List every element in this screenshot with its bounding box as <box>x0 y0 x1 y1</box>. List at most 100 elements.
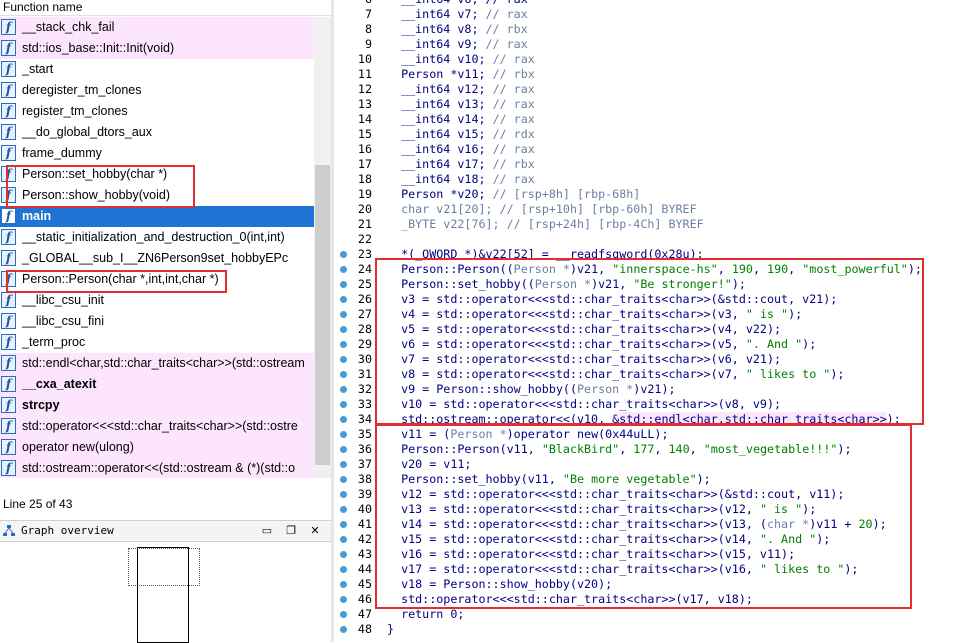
function-list-item[interactable]: f _start <box>0 59 314 80</box>
code-line[interactable]: 10 __int64 v10; // rax <box>334 52 968 67</box>
function-list-item[interactable]: f __cxa_atexit <box>0 374 314 395</box>
breakpoint-dot-icon[interactable] <box>340 536 347 543</box>
code-line[interactable]: 27 v4 = std::operator<<<std::char_traits… <box>334 307 968 322</box>
code-line[interactable]: 8 __int64 v8; // rbx <box>334 22 968 37</box>
breakpoint-dot-icon[interactable] <box>340 551 347 558</box>
function-list-item[interactable]: f __static_initialization_and_destruction… <box>0 227 314 248</box>
code-line[interactable]: 48} <box>334 622 968 637</box>
function-name-column-header[interactable]: Function name <box>0 0 331 16</box>
function-list-item[interactable]: f strcpy <box>0 395 314 416</box>
code-line[interactable]: 36 Person::Person(v11, "BlackBird", 177,… <box>334 442 968 457</box>
function-list[interactable]: f __stack_chk_fail f std::ios_base::Init::I… <box>0 17 314 478</box>
function-list-item[interactable]: f __stack_chk_fail <box>0 17 314 38</box>
breakpoint-dot-icon[interactable] <box>340 461 347 468</box>
graph-overview-viewport[interactable] <box>128 548 200 586</box>
code-line[interactable]: 23 *(_QWORD *)&v22[52] = __readfsqword(0… <box>334 247 968 262</box>
function-list-item[interactable]: f Person::show_hobby(void) <box>0 185 314 206</box>
breakpoint-dot-icon[interactable] <box>340 611 347 618</box>
code-line[interactable]: 14 __int64 v14; // rax <box>334 112 968 127</box>
function-list-item[interactable]: f register_tm_clones <box>0 101 314 122</box>
scrollbar-thumb[interactable] <box>315 165 330 465</box>
function-list-item[interactable]: f __libc_csu_fini <box>0 311 314 332</box>
breakpoint-dot-icon[interactable] <box>340 401 347 408</box>
code-line[interactable]: 42 v15 = std::operator<<<std::char_trait… <box>334 532 968 547</box>
code-line[interactable]: 16 __int64 v16; // rax <box>334 142 968 157</box>
breakpoint-dot-icon[interactable] <box>340 266 347 273</box>
pseudocode-view[interactable]: 6 __int64 v6; // rax7 __int64 v7; // rax… <box>334 0 968 642</box>
breakpoint-dot-icon[interactable] <box>340 626 347 633</box>
function-list-item[interactable]: f std::ios_base::Init::Init(void) <box>0 38 314 59</box>
breakpoint-dot-icon[interactable] <box>340 251 347 258</box>
code-line[interactable]: 20 char v21[20]; // [rsp+10h] [rbp-60h] … <box>334 202 968 217</box>
code-line[interactable]: 11 Person *v11; // rbx <box>334 67 968 82</box>
breakpoint-dot-icon[interactable] <box>340 581 347 588</box>
code-line[interactable]: 41 v14 = std::operator<<<std::char_trait… <box>334 517 968 532</box>
code-line[interactable]: 26 v3 = std::operator<<<std::char_traits… <box>334 292 968 307</box>
breakpoint-dot-icon[interactable] <box>340 356 347 363</box>
code-line[interactable]: 34 std::ostream::operator<<(v10, &std::e… <box>334 412 968 427</box>
code-line[interactable]: 25 Person::set_hobby((Person *)v21, "Be … <box>334 277 968 292</box>
breakpoint-dot-icon[interactable] <box>340 431 347 438</box>
graph-overview-canvas[interactable] <box>0 542 331 643</box>
function-list-item[interactable]: f std::ostream::operator<<(std::ostream &… <box>0 458 314 478</box>
code-line[interactable]: 47 return 0; <box>334 607 968 622</box>
breakpoint-dot-icon[interactable] <box>340 281 347 288</box>
function-list-scrollbar[interactable] <box>314 17 331 478</box>
function-list-item[interactable]: f _term_proc <box>0 332 314 353</box>
code-line[interactable]: 15 __int64 v15; // rdx <box>334 127 968 142</box>
function-list-item[interactable]: f operator new(ulong) <box>0 437 314 458</box>
function-list-item[interactable]: f std::operator<<<std::char_traits<char>>… <box>0 416 314 437</box>
code-line[interactable]: 33 v10 = std::operator<<<std::char_trait… <box>334 397 968 412</box>
breakpoint-dot-icon[interactable] <box>340 341 347 348</box>
code-line[interactable]: 32 v9 = Person::show_hobby((Person *)v21… <box>334 382 968 397</box>
function-list-item[interactable]: f std::endl<char,std::char_traits<char>>(… <box>0 353 314 374</box>
code-line[interactable]: 46 std::operator<<<std::char_traits<char… <box>334 592 968 607</box>
code-line[interactable]: 35 v11 = (Person *)operator new(0x44uLL)… <box>334 427 968 442</box>
breakpoint-dot-icon[interactable] <box>340 371 347 378</box>
function-list-item[interactable]: f __libc_csu_init <box>0 290 314 311</box>
breakpoint-dot-icon[interactable] <box>340 326 347 333</box>
code-line[interactable]: 45 v18 = Person::show_hobby(v20); <box>334 577 968 592</box>
code-line[interactable]: 12 __int64 v12; // rax <box>334 82 968 97</box>
function-list-item[interactable]: f main <box>0 206 314 227</box>
breakpoint-dot-icon[interactable] <box>340 521 347 528</box>
code-line[interactable]: 22 <box>334 232 968 247</box>
code-line[interactable]: 43 v16 = std::operator<<<std::char_trait… <box>334 547 968 562</box>
breakpoint-dot-icon[interactable] <box>340 311 347 318</box>
function-list-item[interactable]: f Person::Person(char *,int,int,char *) <box>0 269 314 290</box>
breakpoint-dot-icon[interactable] <box>340 416 347 423</box>
function-list-item[interactable]: f frame_dummy <box>0 143 314 164</box>
code-line[interactable]: 37 v20 = v11; <box>334 457 968 472</box>
code-line[interactable]: 17 __int64 v17; // rbx <box>334 157 968 172</box>
breakpoint-dot-icon[interactable] <box>340 446 347 453</box>
breakpoint-dot-icon[interactable] <box>340 491 347 498</box>
code-line[interactable]: 29 v6 = std::operator<<<std::char_traits… <box>334 337 968 352</box>
code-line[interactable]: 40 v13 = std::operator<<<std::char_trait… <box>334 502 968 517</box>
breakpoint-dot-icon[interactable] <box>340 476 347 483</box>
code-line[interactable]: 7 __int64 v7; // rax <box>334 7 968 22</box>
close-icon[interactable]: ✕ <box>308 524 322 538</box>
code-line[interactable]: 19 Person *v20; // [rsp+8h] [rbp-68h] <box>334 187 968 202</box>
function-list-item[interactable]: f _GLOBAL__sub_I__ZN6Person9set_hobbyEPc <box>0 248 314 269</box>
breakpoint-dot-icon[interactable] <box>340 506 347 513</box>
code-line[interactable]: 39 v12 = std::operator<<<std::char_trait… <box>334 487 968 502</box>
breakpoint-dot-icon[interactable] <box>340 566 347 573</box>
breakpoint-dot-icon[interactable] <box>340 296 347 303</box>
code-line[interactable]: 28 v5 = std::operator<<<std::char_traits… <box>334 322 968 337</box>
breakpoint-dot-icon[interactable] <box>340 386 347 393</box>
code-line[interactable]: 24 Person::Person((Person *)v21, "inners… <box>334 262 968 277</box>
function-list-item[interactable]: f Person::set_hobby(char *) <box>0 164 314 185</box>
code-line[interactable]: 44 v17 = std::operator<<<std::char_trait… <box>334 562 968 577</box>
code-line[interactable]: 9 __int64 v9; // rax <box>334 37 968 52</box>
function-list-item[interactable]: f deregister_tm_clones <box>0 80 314 101</box>
breakpoint-dot-icon[interactable] <box>340 596 347 603</box>
code-line[interactable]: 18 __int64 v18; // rax <box>334 172 968 187</box>
restore-icon[interactable]: ❐ <box>284 524 298 538</box>
code-line[interactable]: 6 __int64 v6; // rax <box>334 0 968 7</box>
minimize-icon[interactable]: ▭ <box>260 524 274 538</box>
code-line[interactable]: 38 Person::set_hobby(v11, "Be more veget… <box>334 472 968 487</box>
code-line[interactable]: 21 _BYTE v22[76]; // [rsp+24h] [rbp-4Ch]… <box>334 217 968 232</box>
function-list-item[interactable]: f __do_global_dtors_aux <box>0 122 314 143</box>
code-line[interactable]: 31 v8 = std::operator<<<std::char_traits… <box>334 367 968 382</box>
code-line[interactable]: 30 v7 = std::operator<<<std::char_traits… <box>334 352 968 367</box>
